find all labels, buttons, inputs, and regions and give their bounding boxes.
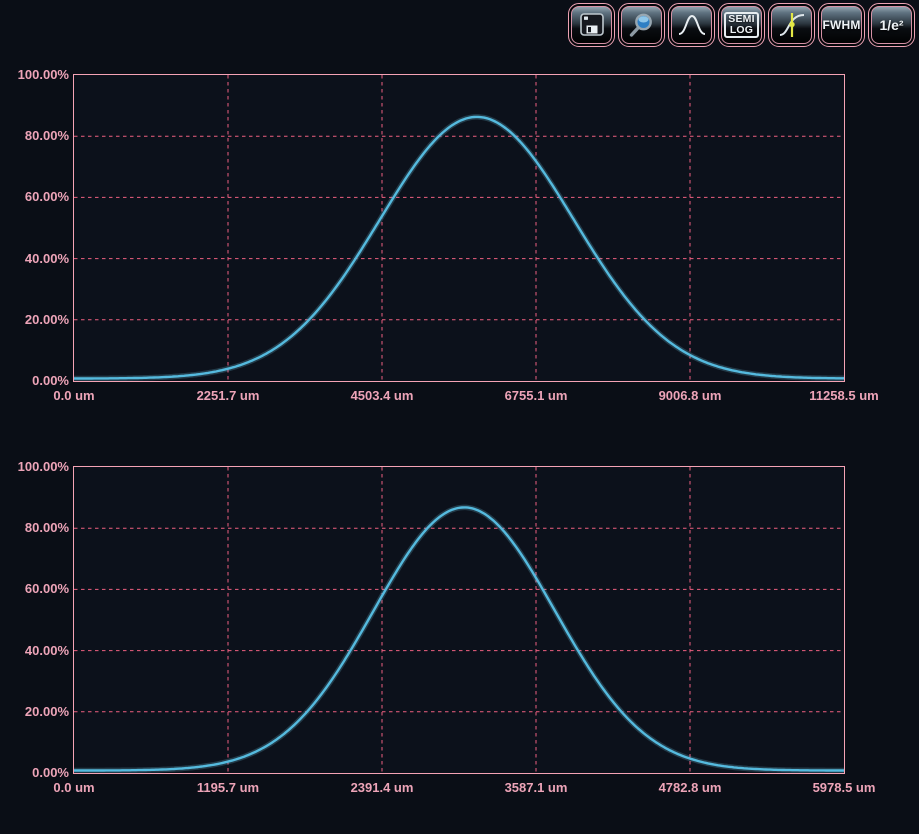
floppy-disk-icon [577, 11, 607, 39]
y-tick-label: 60.00% [0, 189, 69, 205]
x-tick-label: 1195.7 um [197, 780, 259, 796]
x-tick-label: 11258.5 um [809, 388, 878, 404]
fwhm-label: FWHM [822, 18, 860, 32]
y-tick-label: 0.00% [0, 373, 69, 389]
fwhm-button[interactable]: FWHM [818, 3, 865, 47]
profile-button-face [671, 6, 712, 44]
profile-curve [74, 116, 844, 378]
one-over-e-squared-button-face: 1/e² [871, 6, 912, 44]
semilog-label: SEMI LOG [724, 12, 758, 38]
plot-canvas [74, 467, 844, 773]
y-tick-label: 80.00% [0, 520, 69, 536]
x-tick-label: 6755.1 um [505, 388, 568, 404]
y-tick-label: 100.00% [0, 67, 69, 83]
knife-edge-icon [777, 11, 807, 39]
y-tick-label: 60.00% [0, 581, 69, 597]
profile-curve [74, 507, 844, 770]
y-tick-label: 20.00% [0, 704, 69, 720]
semilog-button[interactable]: SEMI LOG [718, 3, 765, 47]
x-tick-label: 0.0 um [53, 388, 94, 404]
one-over-e-squared-label: 1/e² [879, 17, 903, 33]
plot-area[interactable] [73, 74, 845, 382]
x-tick-label: 4503.4 um [351, 388, 414, 404]
semilog-label-line2: LOG [728, 25, 754, 36]
profile-button[interactable] [668, 3, 715, 47]
y-tick-label: 40.00% [0, 251, 69, 267]
knife-edge-button-face [771, 6, 812, 44]
knife-edge-button[interactable] [768, 3, 815, 47]
y-tick-label: 0.00% [0, 765, 69, 781]
save-button[interactable] [568, 3, 615, 47]
profile-curve-glow [74, 116, 844, 378]
y-tick-label: 100.00% [0, 459, 69, 475]
y-tick-label: 20.00% [0, 312, 69, 328]
plot-canvas [74, 75, 844, 381]
magnifier-icon [627, 11, 657, 39]
x-tick-label: 4782.8 um [659, 780, 722, 796]
profile-curve-glow [74, 507, 844, 770]
x-tick-label: 5978.5 um [813, 780, 876, 796]
plot-area[interactable] [73, 466, 845, 774]
one-over-e-squared-button[interactable]: 1/e² [868, 3, 915, 47]
fwhm-button-face: FWHM [821, 6, 862, 44]
zoom-button-face [621, 6, 662, 44]
y-tick-label: 80.00% [0, 128, 69, 144]
beam-profile-chart-x: 100.00%80.00%60.00%40.00%20.00%0.00%0.0 … [0, 75, 919, 405]
gaussian-peak-icon [677, 11, 707, 39]
y-tick-label: 40.00% [0, 643, 69, 659]
zoom-button[interactable] [618, 3, 665, 47]
semilog-button-face: SEMI LOG [721, 6, 762, 44]
save-button-face [571, 6, 612, 44]
toolbar: SEMI LOG FWHM 1/e² [568, 3, 915, 47]
x-tick-label: 2391.4 um [351, 780, 414, 796]
x-tick-label: 0.0 um [53, 780, 94, 796]
x-tick-label: 2251.7 um [197, 388, 260, 404]
x-tick-label: 3587.1 um [505, 780, 568, 796]
beam-profile-chart-y: 100.00%80.00%60.00%40.00%20.00%0.00%0.0 … [0, 467, 919, 797]
x-tick-label: 9006.8 um [659, 388, 722, 404]
